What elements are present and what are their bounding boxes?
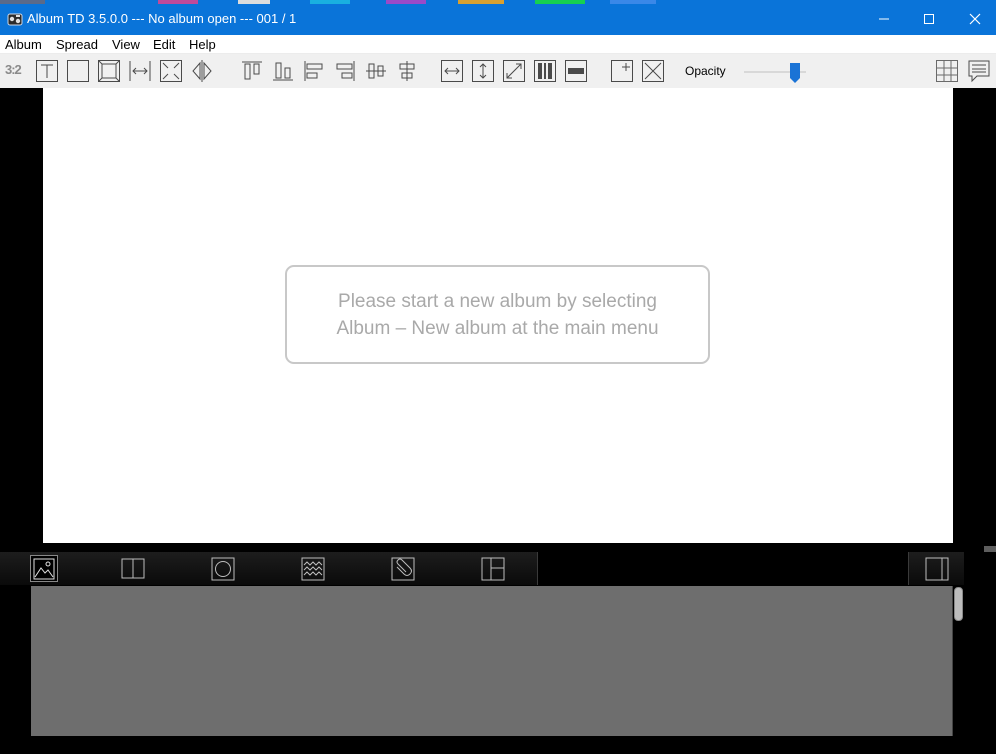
stretch-diagonal-icon	[503, 60, 525, 82]
align-right-icon	[336, 61, 355, 81]
notes-button[interactable]	[967, 59, 991, 83]
notes-icon	[968, 60, 990, 83]
text-box-icon	[36, 60, 58, 82]
text-box-button[interactable]	[35, 59, 59, 83]
shrink-button[interactable]	[159, 59, 183, 83]
flip-button[interactable]	[190, 59, 214, 83]
align-top-button[interactable]	[240, 59, 264, 83]
tab-spreads[interactable]	[117, 552, 149, 585]
grid-button[interactable]	[935, 59, 959, 83]
hint-line-1: Please start a new album by selecting	[338, 290, 657, 312]
tab-masks[interactable]	[207, 552, 239, 585]
title-bar[interactable]: Album TD 3.5.0.0 --- No album open --- 0…	[0, 0, 996, 35]
delete-icon	[642, 60, 664, 82]
stretch-vertical-icon	[472, 60, 494, 82]
photo-frame-button[interactable]	[97, 59, 121, 83]
aspect-ratio-button[interactable]: 3:2	[5, 63, 22, 77]
shrink-icon	[160, 60, 182, 82]
single-page-tab[interactable]	[908, 552, 964, 585]
fit-width-button[interactable]	[128, 59, 152, 83]
panel-scrollbar-thumb[interactable]	[954, 587, 963, 621]
center-vertical-button[interactable]	[364, 59, 388, 83]
background-pattern-icon	[301, 557, 325, 580]
center-vertical-icon	[366, 63, 386, 79]
stretch-horizontal-icon	[441, 60, 463, 82]
flip-icon	[192, 60, 212, 82]
hint-line-2: Album – New album at the main menu	[336, 317, 659, 339]
menu-edit[interactable]: Edit	[153, 36, 175, 53]
circle-frame-icon	[211, 557, 235, 580]
clip-icon	[391, 557, 415, 580]
align-right-button[interactable]	[333, 59, 357, 83]
opacity-label: Opacity	[685, 64, 726, 78]
single-page-icon	[925, 557, 948, 580]
maximize-icon	[924, 14, 934, 24]
album-td-logo-icon	[7, 13, 23, 26]
menu-spread[interactable]: Spread	[56, 36, 98, 53]
app-window: Album TD 3.5.0.0 --- No album open --- 0…	[0, 0, 996, 754]
image-icon	[33, 558, 55, 579]
panel-tab-bar	[0, 552, 538, 585]
menu-view[interactable]: View	[112, 36, 140, 53]
center-horizontal-button[interactable]	[395, 59, 419, 83]
center-horizontal-icon	[399, 61, 415, 81]
book-icon	[121, 558, 145, 578]
vertical-bars-button[interactable]	[533, 59, 557, 83]
align-left-icon	[304, 61, 323, 81]
close-icon	[969, 13, 981, 25]
stretch-horizontal-button[interactable]	[440, 59, 464, 83]
add-button[interactable]	[610, 59, 634, 83]
align-bottom-icon	[273, 62, 293, 81]
photo-frame-icon	[98, 60, 120, 82]
maximize-button[interactable]	[906, 4, 952, 34]
stretch-diagonal-button[interactable]	[502, 59, 526, 83]
layout-icon	[481, 557, 505, 580]
start-hint-box: Please start a new album by selecting Al…	[285, 265, 710, 364]
toolbar: 3:2 Opacity	[0, 54, 996, 88]
tab-images[interactable]	[30, 555, 58, 582]
horizontal-bar-icon	[565, 60, 587, 82]
panel-scrollbar[interactable]	[952, 586, 964, 736]
fit-width-icon	[129, 61, 151, 81]
window-title: Album TD 3.5.0.0 --- No album open --- 0…	[27, 11, 297, 26]
taskbar-strip	[0, 0, 656, 4]
align-top-icon	[242, 61, 262, 80]
thumbnail-panel[interactable]	[31, 586, 952, 736]
album-canvas[interactable]: Please start a new album by selecting Al…	[43, 88, 953, 543]
opacity-slider-thumb[interactable]	[789, 63, 800, 83]
vertical-bars-icon	[534, 60, 556, 82]
tab-clipart[interactable]	[387, 552, 419, 585]
align-bottom-button[interactable]	[271, 59, 295, 83]
blank-frame-button[interactable]	[66, 59, 90, 83]
splitter-grip-icon[interactable]	[984, 546, 996, 552]
delete-button[interactable]	[641, 59, 665, 83]
grid-icon	[936, 60, 958, 82]
minimize-icon	[879, 18, 889, 20]
menu-album[interactable]: Album	[5, 36, 42, 53]
close-button[interactable]	[952, 4, 996, 34]
horizontal-bar-button[interactable]	[564, 59, 588, 83]
align-left-button[interactable]	[302, 59, 326, 83]
menu-help[interactable]: Help	[189, 36, 216, 53]
add-icon	[611, 60, 633, 82]
tab-layouts[interactable]	[477, 552, 509, 585]
minimize-button[interactable]	[861, 4, 907, 34]
stretch-vertical-button[interactable]	[471, 59, 495, 83]
menu-bar: Album Spread View Edit Help	[0, 35, 996, 54]
tab-backgrounds[interactable]	[297, 552, 329, 585]
blank-frame-icon	[67, 60, 89, 82]
